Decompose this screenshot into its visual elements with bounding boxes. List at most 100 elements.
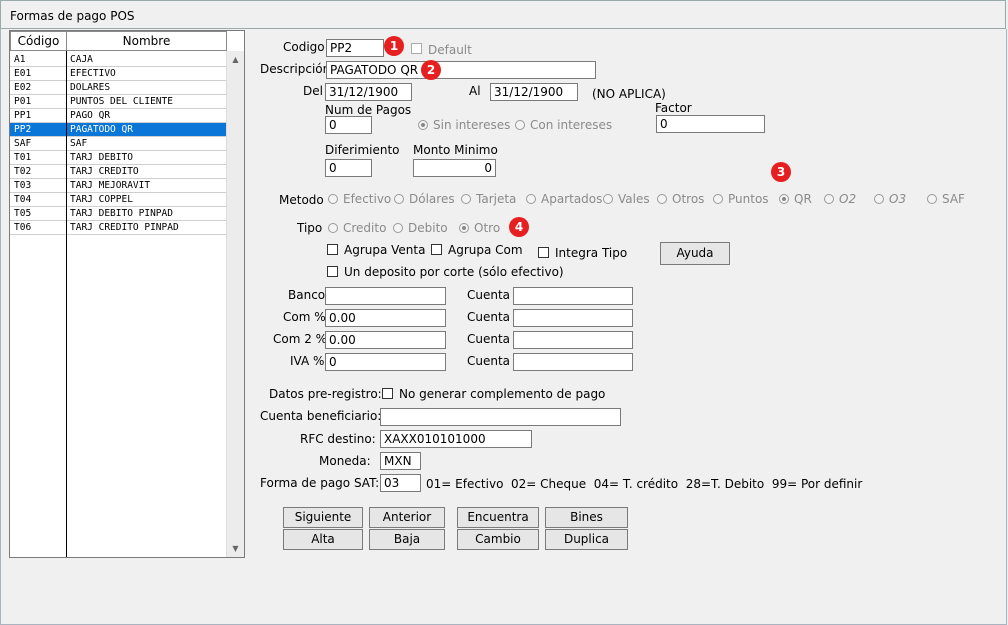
metodo-radio-dólares[interactable]: [394, 194, 404, 204]
banco-label: Banco: [288, 288, 326, 302]
duplica-button[interactable]: Duplica: [545, 529, 628, 550]
metodo-option-label: Efectivo: [343, 192, 392, 206]
sin-intereses-radio[interactable]: [418, 120, 428, 130]
cuenta-field-3[interactable]: [513, 331, 633, 349]
monto-minimo-field[interactable]: 0: [413, 159, 496, 177]
forma-pago-sat-field[interactable]: 03: [380, 474, 421, 492]
scroll-down-icon[interactable]: ▼: [228, 541, 243, 556]
al-label: Al: [469, 84, 481, 98]
cuenta-label-4: Cuenta: [467, 354, 511, 368]
com2-field[interactable]: 0.00: [325, 331, 446, 349]
banco-field[interactable]: [325, 287, 446, 305]
column-divider: [66, 51, 67, 557]
list-row[interactable]: SAF SAF: [10, 137, 228, 151]
list-row[interactable]: T03 TARJ MEJORAVIT: [10, 179, 228, 193]
tipo-radio-credito[interactable]: [328, 223, 338, 233]
tipo-radio-otro[interactable]: [459, 223, 469, 233]
monto-minimo-label: Monto Minimo: [413, 143, 498, 157]
ayuda-button[interactable]: Ayuda: [660, 242, 730, 265]
metodo-radio-apartados[interactable]: [526, 194, 536, 204]
factor-label: Factor: [655, 101, 692, 115]
scroll-up-icon[interactable]: ▲: [228, 52, 243, 67]
al-date-field[interactable]: 31/12/1900: [490, 83, 578, 101]
moneda-label: Moneda:: [319, 454, 371, 468]
diferimiento-field[interactable]: 0: [325, 159, 372, 177]
metodo-radio-tarjeta[interactable]: [461, 194, 471, 204]
list-row[interactable]: PP2 PAGATODO QR: [10, 123, 228, 137]
no-generar-checkbox[interactable]: [382, 388, 393, 399]
metodo-option-label: O3: [889, 192, 907, 206]
integra-tipo-label: Integra Tipo: [555, 246, 628, 260]
list-scrollbar[interactable]: ▲ ▼: [226, 51, 244, 557]
row-code: SAF: [14, 138, 32, 149]
row-code: E02: [14, 82, 32, 93]
metodo-option-label: O2: [839, 192, 857, 206]
alta-button[interactable]: Alta: [283, 529, 363, 550]
del-date-field[interactable]: 31/12/1900: [325, 83, 412, 101]
deposito-checkbox[interactable]: [327, 266, 338, 277]
row-name: PAGO QR: [70, 110, 111, 121]
column-header-nombre[interactable]: Nombre: [66, 31, 227, 51]
com-label: Com %: [283, 310, 326, 324]
iva-field[interactable]: 0: [325, 353, 446, 371]
descripcion-field[interactable]: PAGATODO QR: [326, 61, 596, 79]
default-checkbox[interactable]: [411, 43, 422, 54]
encuentra-button[interactable]: Encuentra: [457, 507, 539, 528]
metodo-radio-efectivo[interactable]: [328, 194, 338, 204]
agrupa-com-checkbox[interactable]: [431, 244, 442, 255]
list-row[interactable]: T02 TARJ CREDITO: [10, 165, 228, 179]
list-row[interactable]: T04 TARJ COPPEL: [10, 193, 228, 207]
cuenta-field-2[interactable]: [513, 309, 633, 327]
cuenta-field-4[interactable]: [513, 353, 633, 371]
tipo-option-label: Credito: [343, 221, 387, 235]
rfc-destino-field[interactable]: XAXX010101000: [380, 430, 532, 448]
list-row[interactable]: PP1 PAGO QR: [10, 109, 228, 123]
baja-button[interactable]: Baja: [369, 529, 445, 550]
list-row[interactable]: T06 TARJ CREDITO PINPAD: [10, 221, 228, 235]
cuenta-beneficiario-field[interactable]: [380, 408, 621, 426]
integra-tipo-checkbox[interactable]: [538, 247, 549, 258]
metodo-radio-o2[interactable]: [824, 194, 834, 204]
list-row[interactable]: P01 PUNTOS DEL CLIENTE: [10, 95, 228, 109]
row-code: P01: [14, 96, 32, 107]
list-row[interactable]: E01 EFECTIVO: [10, 67, 228, 81]
anterior-button[interactable]: Anterior: [369, 507, 445, 528]
tipo-radio-debito[interactable]: [393, 223, 403, 233]
con-intereses-radio[interactable]: [515, 120, 525, 130]
no-generar-label: No generar complemento de pago: [399, 387, 606, 401]
com-field[interactable]: 0.00: [325, 309, 446, 327]
factor-field[interactable]: 0: [656, 115, 765, 133]
list-row[interactable]: E02 DOLARES: [10, 81, 228, 95]
cambio-button[interactable]: Cambio: [457, 529, 539, 550]
bines-button[interactable]: Bines: [545, 507, 628, 528]
com2-label: Com 2 %: [273, 332, 328, 346]
tipo-label: Tipo: [297, 221, 323, 235]
list-row[interactable]: A1 CAJA: [10, 53, 228, 67]
codigo-field[interactable]: PP2: [326, 39, 384, 57]
annotation-badge-2: 2: [421, 60, 441, 80]
metodo-radio-otros[interactable]: [657, 194, 667, 204]
num-pagos-label: Num de Pagos: [325, 103, 412, 117]
cuenta-field-1[interactable]: [513, 287, 633, 305]
agrupa-venta-checkbox[interactable]: [327, 244, 338, 255]
metodo-radio-o3[interactable]: [874, 194, 884, 204]
payment-list[interactable]: Código Nombre A1 CAJA E01 EFECTIVO E02 DOLARE…: [9, 30, 245, 558]
list-row[interactable]: T01 TARJ DEBITO: [10, 151, 228, 165]
tipo-option-label: Otro: [474, 221, 501, 235]
column-header-codigo[interactable]: Código: [10, 31, 67, 51]
row-name: SAF: [70, 138, 88, 149]
list-row[interactable]: T05 TARJ DEBITO PINPAD: [10, 207, 228, 221]
agrupa-venta-label: Agrupa Venta: [344, 243, 426, 257]
row-code: A1: [14, 54, 26, 65]
row-name: PUNTOS DEL CLIENTE: [70, 96, 173, 107]
num-pagos-field[interactable]: 0: [325, 116, 372, 134]
metodo-radio-puntos[interactable]: [713, 194, 723, 204]
siguiente-button[interactable]: Siguiente: [283, 507, 363, 528]
metodo-radio-saf[interactable]: [927, 194, 937, 204]
datos-pre-registro-label: Datos pre-registro:: [269, 387, 382, 401]
cuenta-label-3: Cuenta: [467, 332, 511, 346]
metodo-radio-vales[interactable]: [603, 194, 613, 204]
metodo-option-label: Dólares: [409, 192, 455, 206]
moneda-field[interactable]: MXN: [380, 452, 421, 470]
metodo-radio-qr[interactable]: [779, 194, 789, 204]
